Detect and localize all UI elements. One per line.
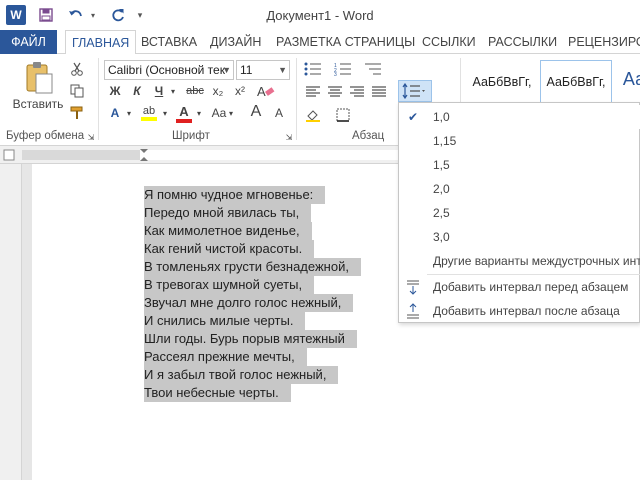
option-label: 1,5 <box>433 158 450 172</box>
clear-formatting-icon[interactable]: A <box>254 82 278 100</box>
option-label: Добавить интервал после абзаца <box>433 304 620 318</box>
align-left-icon[interactable] <box>302 82 324 102</box>
clipboard-launcher-icon[interactable]: ⇲ <box>86 132 96 142</box>
space-after-icon <box>399 299 427 323</box>
format-painter-icon[interactable] <box>68 104 86 122</box>
text-effects-button[interactable]: A <box>106 104 124 122</box>
add-space-before-paragraph[interactable]: Добавить интервал перед абзацем <box>399 275 640 299</box>
title-bar: W ▾ ▾ Документ1 - Word <box>0 0 640 30</box>
poem-line[interactable]: Звучал мне долго голос нежный, <box>144 294 354 312</box>
font-launcher-icon[interactable]: ⇲ <box>284 132 294 142</box>
italic-button[interactable]: К <box>128 82 146 100</box>
subscript-button[interactable]: x₂ <box>208 82 228 100</box>
group-label-paragraph: Абзац <box>352 130 385 142</box>
poem-line[interactable]: Твои небесные черты. <box>144 384 291 402</box>
poem-line[interactable]: Как гений чистой красоты. <box>144 240 315 258</box>
document-margin <box>22 164 32 480</box>
divider <box>296 58 297 140</box>
option-label: 2,5 <box>433 206 450 220</box>
ribbon-tabs: ФАЙЛ ГЛАВНАЯ ВСТАВКА ДИЗАЙН РАЗМЕТКА СТР… <box>0 30 640 55</box>
tab-review[interactable]: РЕЦЕНЗИРОВ <box>562 30 640 54</box>
shading-icon[interactable] <box>302 106 324 124</box>
grow-font-button[interactable]: A <box>248 102 264 122</box>
highlight-dropdown-icon[interactable]: ▾ <box>160 104 170 122</box>
font-size-value: 11 <box>240 63 253 77</box>
numbering-icon[interactable]: 123 <box>332 60 354 78</box>
bullets-icon[interactable] <box>302 60 324 78</box>
line-spacing-button[interactable] <box>398 80 432 102</box>
line-spacing-menu: ✔ 1,0 1,15 1,5 2,0 2,5 3,0 Другие вариант… <box>398 102 640 323</box>
highlight-label: ab <box>142 105 156 117</box>
line-spacing-option-2-0[interactable]: 2,0 <box>399 177 640 201</box>
poem-line[interactable]: Шли годы. Бурь порыв мятежный <box>144 330 357 348</box>
align-center-icon[interactable] <box>324 82 346 102</box>
tab-design[interactable]: ДИЗАЙН <box>204 30 267 54</box>
poem-line[interactable]: Я помню чудное мгновенье: <box>144 186 326 204</box>
chevron-down-icon: ▼ <box>278 65 287 75</box>
copy-icon[interactable] <box>68 82 86 100</box>
group-label-clipboard: Буфер обмена <box>6 130 85 142</box>
font-name-value: Calibri (Основной тек <box>108 63 225 77</box>
justify-icon[interactable] <box>368 82 390 102</box>
font-size-combo[interactable]: 11 ▼ <box>236 60 290 80</box>
font-name-combo[interactable]: Calibri (Основной тек ▼ <box>104 60 234 80</box>
tab-file[interactable]: ФАЙЛ <box>0 30 57 54</box>
checkmark-icon: ✔ <box>407 110 419 124</box>
borders-icon[interactable] <box>332 106 354 124</box>
line-spacing-option-3-0[interactable]: 3,0 <box>399 225 640 249</box>
option-label: 1,15 <box>433 134 457 148</box>
font-color-label: A <box>179 103 189 119</box>
option-label: Добавить интервал перед абзацем <box>433 280 629 294</box>
tab-references[interactable]: ССЫЛКИ <box>416 30 482 54</box>
underline-button[interactable]: Ч <box>150 82 168 100</box>
poem-line[interactable]: В томленьях грусти безнадежной, <box>144 258 361 276</box>
chevron-down-icon: ▼ <box>222 65 231 75</box>
line-spacing-option-1-0[interactable]: ✔ 1,0 <box>399 105 640 129</box>
line-spacing-more-options[interactable]: Другие варианты междустрочных интервалов… <box>399 249 640 273</box>
option-label: 2,0 <box>433 182 450 196</box>
poem-line[interactable]: И снились милые черты. <box>144 312 306 330</box>
highlight-button[interactable]: ab <box>138 102 160 124</box>
divider <box>98 58 99 140</box>
group-label-font: Шрифт <box>172 130 210 142</box>
shrink-font-button[interactable]: A <box>272 104 286 122</box>
poem-line[interactable]: Как мимолетное виденье, <box>144 222 312 240</box>
tab-mailings[interactable]: РАССЫЛКИ <box>482 30 563 54</box>
change-case-dropdown-icon[interactable]: ▾ <box>226 104 236 122</box>
line-spacing-option-1-15[interactable]: 1,15 <box>399 129 640 153</box>
line-spacing-option-2-5[interactable]: 2,5 <box>399 201 640 225</box>
underline-dropdown-icon[interactable]: ▾ <box>168 82 178 100</box>
multilevel-list-icon[interactable] <box>362 60 384 78</box>
paste-icon[interactable] <box>14 58 64 98</box>
window-title: Документ1 - Word <box>266 8 374 23</box>
option-label: 1,0 <box>433 110 450 124</box>
cut-icon[interactable] <box>68 60 86 78</box>
vertical-ruler[interactable] <box>0 164 22 480</box>
line-spacing-option-1-5[interactable]: 1,5 <box>399 153 640 177</box>
tab-insert[interactable]: ВСТАВКА <box>135 30 203 54</box>
svg-text:A: A <box>257 84 266 98</box>
font-color-button[interactable]: A <box>174 102 194 124</box>
tab-home[interactable]: ГЛАВНАЯ <box>65 30 137 55</box>
tab-layout[interactable]: РАЗМЕТКА СТРАНИЦЫ <box>270 30 421 54</box>
svg-text:3: 3 <box>334 72 337 76</box>
poem-line[interactable]: Рассеял прежние мечты, <box>144 348 307 366</box>
paste-button[interactable]: Вставить <box>6 96 70 112</box>
bold-button[interactable]: Ж <box>106 82 124 100</box>
font-color-swatch <box>176 118 192 123</box>
highlight-swatch <box>141 117 157 121</box>
align-right-icon[interactable] <box>346 82 368 102</box>
add-space-after-paragraph[interactable]: Добавить интервал после абзаца <box>399 299 640 323</box>
poem-line[interactable]: И я забыл твой голос нежный, <box>144 366 339 384</box>
superscript-button[interactable]: x² <box>230 82 250 100</box>
font-color-dropdown-icon[interactable]: ▾ <box>194 104 204 122</box>
poem-line[interactable]: В тревогах шумной суеты, <box>144 276 315 294</box>
option-label: 3,0 <box>433 230 450 244</box>
strikethrough-button[interactable]: abc <box>184 82 206 100</box>
text-effects-dropdown-icon[interactable]: ▾ <box>124 104 134 122</box>
space-before-icon <box>399 275 427 299</box>
poem-line[interactable]: Передо мной явилась ты, <box>144 204 312 222</box>
